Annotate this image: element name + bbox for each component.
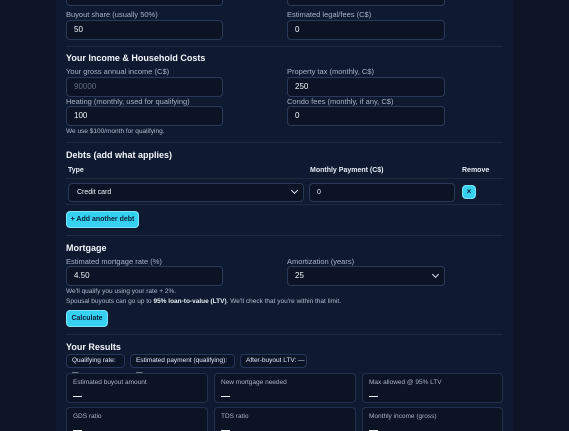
debt-col-payment: Monthly Payment (C$): [310, 167, 384, 174]
buyout-share-input[interactable]: 50: [66, 20, 223, 40]
divider: [66, 142, 503, 143]
result-label: TDS ratio: [221, 413, 249, 420]
heating-note: We use $100/month for qualifying.: [66, 128, 165, 135]
property-tax-input[interactable]: 250: [287, 77, 445, 97]
result-card-gds: GDS ratio —: [66, 407, 208, 431]
ltv-note-pre: Spousal buyouts can go up to: [66, 298, 154, 305]
debts-section-title: Debts (add what applies): [66, 150, 173, 160]
rate-label: Estimated mortgage rate (%): [66, 257, 162, 266]
qualify-note: We'll qualify you using your rate + 2%.: [66, 288, 177, 295]
table-row-divider: [66, 204, 503, 205]
result-label: Monthly income (gross): [369, 413, 437, 420]
amortization-label: Amortization (years): [287, 257, 355, 266]
result-card-new-mortgage: New mortgage needed —: [214, 373, 356, 403]
divider: [66, 46, 503, 47]
debt-col-type: Type: [68, 167, 84, 174]
mortgage-balance-input[interactable]: 260000: [287, 0, 445, 6]
buyout-share-label: Buyout share (usually 50%): [66, 10, 158, 19]
condo-fees-label: Condo fees (monthly, if any, C$): [287, 97, 394, 106]
result-value: —: [369, 425, 378, 431]
debt-col-remove: Remove: [462, 167, 490, 174]
heating-label: Heating (monthly, used for qualifying): [66, 97, 190, 106]
ltv-note: Spousal buyouts can go up to 95% loan-to…: [66, 298, 341, 305]
table-header-divider: [66, 178, 503, 179]
ltv-note-bold: 95% loan-to-value (LTV): [153, 298, 227, 305]
result-card-buyout: Estimated buyout amount —: [66, 373, 208, 403]
result-card-monthly-income: Monthly income (gross) —: [362, 407, 503, 431]
gross-income-input[interactable]: 90000: [66, 77, 223, 97]
chevron-down-icon: [431, 270, 440, 279]
amortization-value: 25: [295, 271, 304, 280]
debt-payment-input[interactable]: 0: [309, 183, 455, 202]
result-label: Max allowed @ 95% LTV: [369, 379, 442, 386]
divider: [66, 235, 503, 236]
results-section-title: Your Results: [66, 342, 121, 352]
after-buyout-ltv-pill: After-buyout LTV: —: [240, 354, 307, 368]
result-value: —: [221, 425, 230, 431]
mortgage-section-title: Mortgage: [66, 243, 107, 253]
debt-type-select[interactable]: Credit card: [68, 183, 304, 202]
result-value: —: [369, 391, 378, 401]
result-label: New mortgage needed: [221, 379, 287, 386]
home-value-input[interactable]: 450000: [66, 0, 223, 6]
chevron-down-icon: [290, 186, 299, 195]
calculator-page: 450000 260000 Buyout share (usually 50%)…: [0, 0, 569, 431]
income-section-title: Your Income & Household Costs: [66, 53, 206, 63]
estimated-payment-pill: Estimated payment (qualifying): —: [130, 354, 235, 376]
add-debt-button[interactable]: + Add another debt: [66, 211, 139, 228]
debt-type-value: Credit card: [77, 189, 112, 196]
result-label: GDS ratio: [73, 413, 102, 420]
result-value: —: [73, 391, 82, 401]
result-card-max-allowed: Max allowed @ 95% LTV —: [362, 373, 503, 403]
remove-debt-button[interactable]: ×: [462, 185, 476, 199]
result-value: —: [221, 391, 230, 401]
result-card-tds: TDS ratio —: [214, 407, 356, 431]
amortization-select[interactable]: 25: [287, 266, 445, 286]
result-label: Estimated buyout amount: [73, 379, 147, 386]
gross-income-label: Your gross annual income (C$): [66, 67, 170, 76]
legal-fees-input[interactable]: 0: [287, 20, 445, 40]
divider: [66, 334, 503, 335]
heating-input[interactable]: 100: [66, 106, 223, 126]
rate-input[interactable]: 4.50: [66, 266, 223, 286]
result-value: —: [73, 425, 82, 431]
property-tax-label: Property tax (monthly, C$): [287, 67, 374, 76]
condo-fees-input[interactable]: 0: [287, 106, 445, 126]
legal-fees-label: Estimated legal/fees (C$): [287, 10, 372, 19]
calculate-button[interactable]: Calculate: [66, 310, 108, 327]
ltv-note-post: . We'll check that you're within that li…: [226, 298, 342, 305]
qualifying-rate-pill: Qualifying rate: —: [66, 354, 125, 376]
